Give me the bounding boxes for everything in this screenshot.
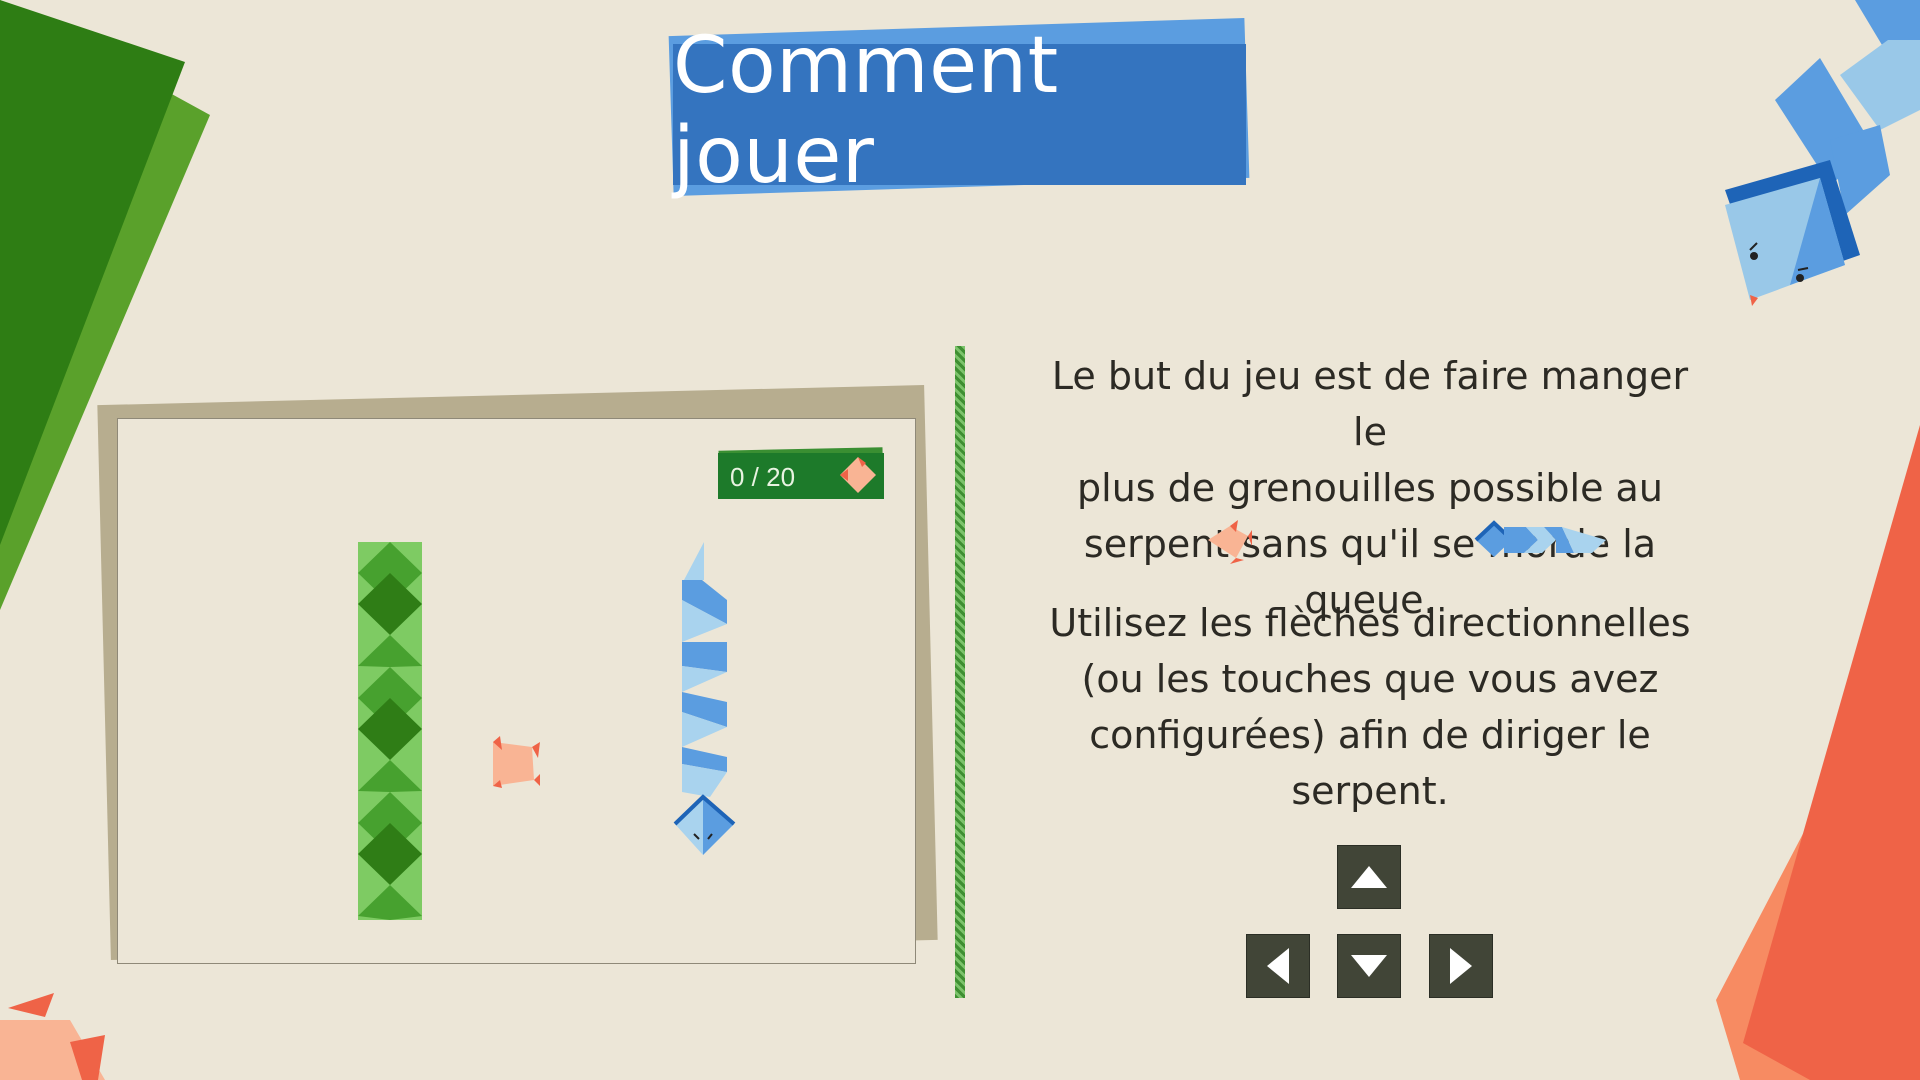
arrow-left-key [1246,934,1310,998]
demo-board [117,418,916,964]
score-frog-icon [840,457,876,493]
page-title: Comment jouer [673,20,1059,201]
instructions-line: serpent. [1291,769,1449,813]
instructions-paragraph-1: Le but du jeu est de faire manger le plu… [1030,348,1710,628]
title-banner: Comment jouer [673,21,1246,201]
arrow-up-key [1337,845,1401,909]
frog-inline-icon [1208,520,1252,564]
arrow-left-icon [1267,948,1289,984]
instructions-line: configurées) afin de diriger le [1089,713,1651,757]
instructions-line: (ou les touches que vous avez [1081,657,1659,701]
arrow-up-icon [1351,866,1387,888]
instructions-paragraph-2: Utilisez les flèches directionnelles (ou… [1030,595,1710,819]
divider [955,346,965,998]
frog-icon [493,736,540,788]
arrow-down-icon [1351,955,1387,977]
arrow-right-key [1429,934,1493,998]
snake-inline-icon [1474,520,1606,557]
arrow-right-icon [1450,948,1472,984]
corner-frog-decoration [0,993,105,1080]
arrow-down-key [1337,934,1401,998]
instructions-line: Le but du jeu est de faire manger le [1051,354,1689,454]
green-wall [358,542,422,920]
corner-snake-decoration [1725,0,1920,306]
snake-icon [673,542,736,855]
score-counter: 0 / 20 [730,462,796,492]
instructions-line: plus de grenouilles possible au [1077,466,1663,510]
instructions-line: Utilisez les flèches directionnelles [1049,601,1691,645]
